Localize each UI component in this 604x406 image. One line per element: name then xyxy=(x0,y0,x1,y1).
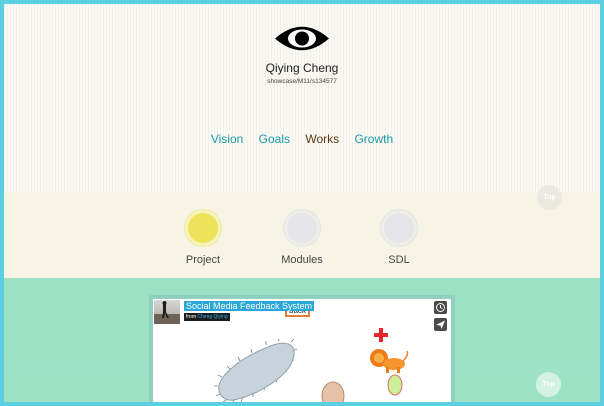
profile-header: Qiying Cheng showcase/M11/s134577 Vision… xyxy=(4,4,600,192)
red-cross-icon xyxy=(374,328,388,342)
lion-illustration xyxy=(370,349,409,373)
top-button[interactable]: Top xyxy=(537,185,562,210)
embed-canvas[interactable]: back Social Media Feedback System from C… xyxy=(153,299,451,402)
top-button-lower[interactable]: Top xyxy=(536,372,561,397)
nav-works[interactable]: Works xyxy=(305,132,339,146)
clock-icon[interactable] xyxy=(434,301,447,314)
tab-sdl-label: SDL xyxy=(388,254,410,266)
page-frame: Qiying Cheng showcase/M11/s134577 Vision… xyxy=(4,4,600,402)
tab-project-label: Project xyxy=(185,254,221,266)
project-embed[interactable]: back Social Media Feedback System from C… xyxy=(149,295,455,402)
organism-illustration xyxy=(321,381,345,402)
project-circle-icon xyxy=(185,210,221,246)
tab-sdl[interactable]: SDL xyxy=(364,210,434,266)
nav-vision[interactable]: Vision xyxy=(211,132,243,146)
nav-goals[interactable]: Goals xyxy=(259,132,290,146)
main-nav: Vision Goals Works Growth xyxy=(4,132,600,146)
send-icon[interactable] xyxy=(434,318,447,331)
embed-from-prefix: from xyxy=(186,314,196,320)
modules-circle-icon xyxy=(284,210,320,246)
cell-illustration xyxy=(214,339,298,402)
sdl-circle-icon xyxy=(381,210,417,246)
profile-path: showcase/M11/s134577 xyxy=(267,78,337,85)
tab-modules[interactable]: Modules xyxy=(267,210,337,266)
tab-modules-label: Modules xyxy=(281,254,323,266)
author-thumbnail xyxy=(154,300,180,324)
profile-name: Qiying Cheng xyxy=(265,61,339,75)
nav-growth[interactable]: Growth xyxy=(354,132,393,146)
tab-project[interactable]: Project xyxy=(168,210,238,266)
leaf-illustration xyxy=(387,374,403,396)
embed-author: from Cheng Qiying xyxy=(184,313,230,321)
embed-title[interactable]: Social Media Feedback System xyxy=(184,301,315,311)
works-tabs: Project Modules SDL Top xyxy=(4,185,600,278)
embed-author-link[interactable]: Cheng Qiying xyxy=(197,314,227,320)
eye-icon xyxy=(275,26,329,51)
